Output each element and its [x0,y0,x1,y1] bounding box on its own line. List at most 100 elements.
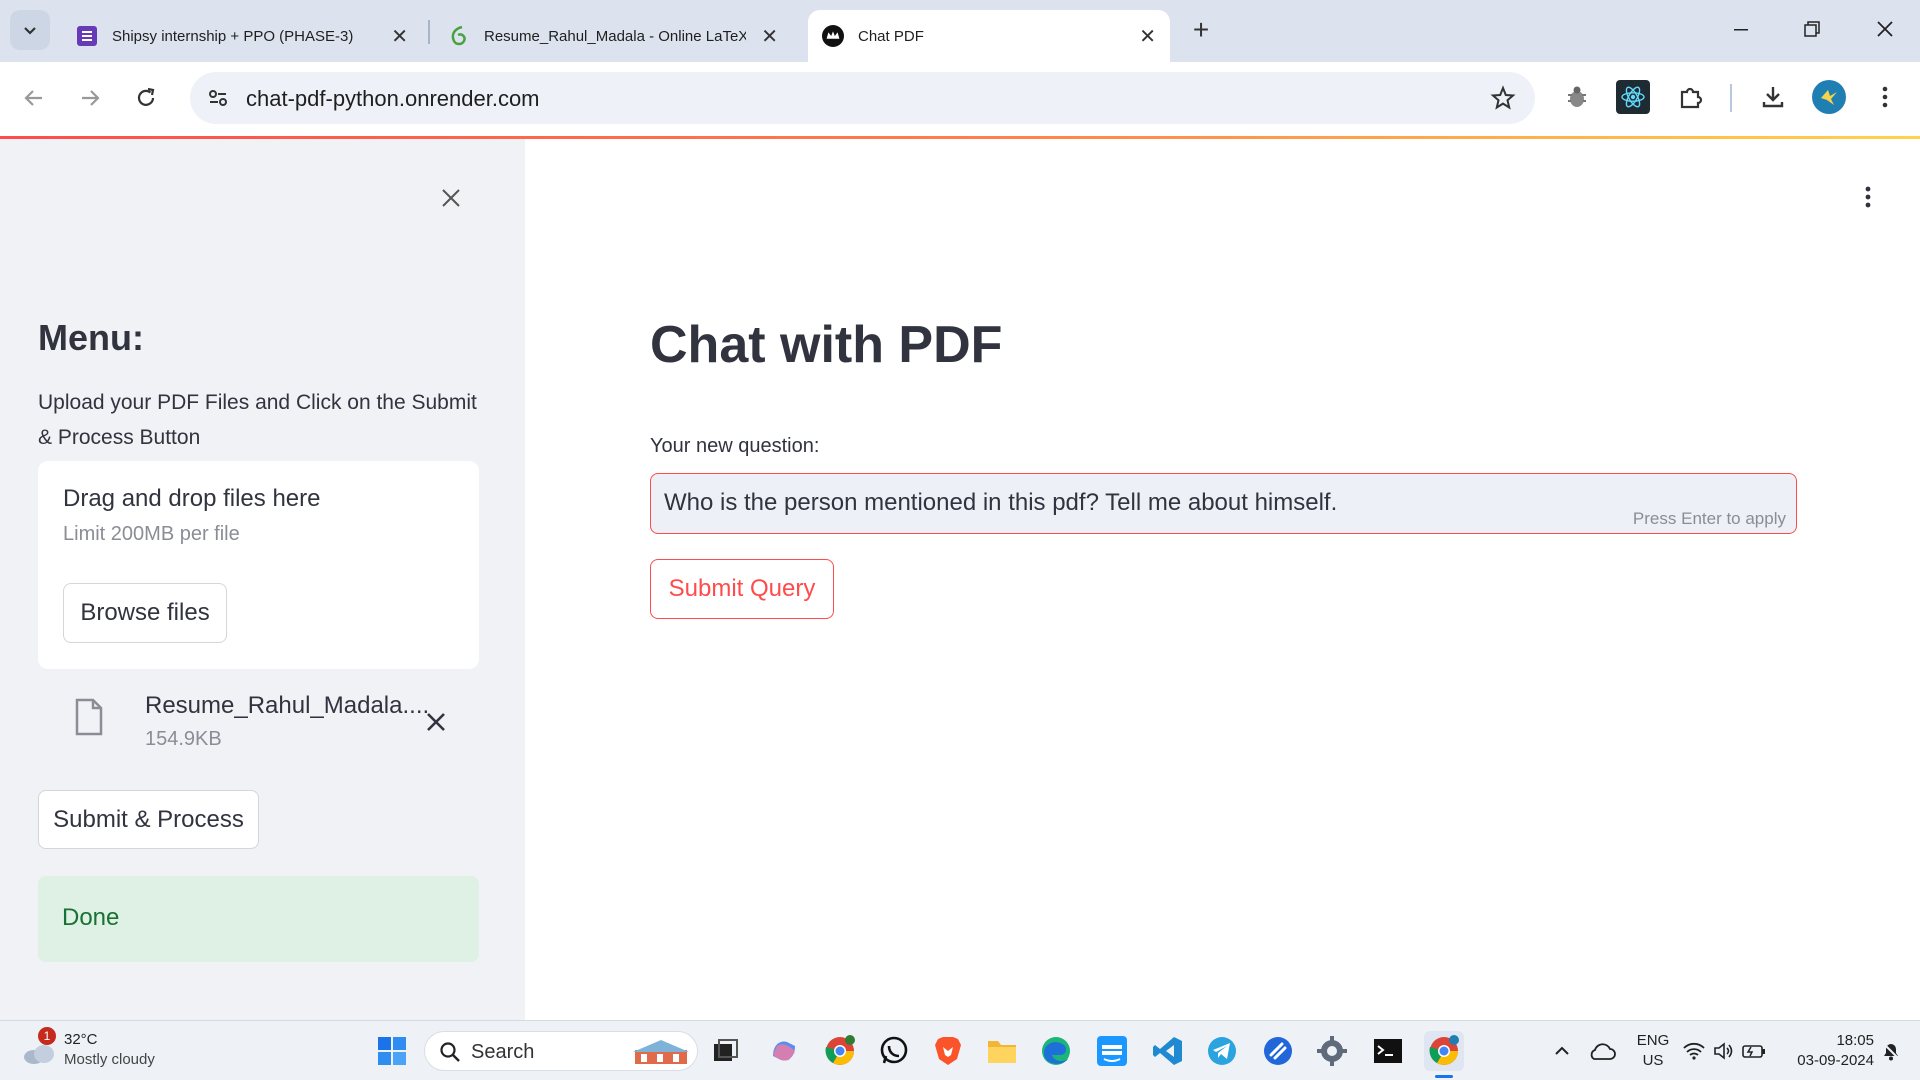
streamlit-crown-icon [822,25,844,47]
file-dropzone[interactable]: Drag and drop files here Limit 200MB per… [38,461,479,669]
chevron-down-icon [24,27,36,35]
extensions-puzzle-icon[interactable] [1674,80,1708,114]
notifications-bell-icon[interactable] [1874,1031,1908,1071]
language-line2: US [1642,1052,1664,1069]
clock[interactable]: 18:05 03-09-2024 [1780,1031,1874,1071]
restore-button[interactable] [1797,14,1827,44]
sidebar: Menu: Upload your PDF Files and Click on… [0,139,525,1020]
file-icon [74,698,104,741]
tab-title: Shipsy internship + PPO (PHASE-3) [112,27,354,45]
tab-overleaf[interactable]: Resume_Rahul_Madala - Online LaTeX ✕ [434,10,792,62]
windows-taskbar: 1 32°C Mostly cloudy Search ENG US 18:05… [0,1020,1920,1080]
close-window-button[interactable] [1870,14,1900,44]
wifi-icon[interactable] [1678,1031,1710,1071]
overleaf-icon [448,25,470,47]
weather-desc: Mostly cloudy [64,1051,155,1068]
status-text: Done [62,904,120,931]
close-icon [442,189,460,207]
toolbar-divider [1730,84,1732,112]
prime-video-icon[interactable] [1092,1031,1132,1071]
question-label: Your new question: [650,435,820,457]
weather-temp: 32°C [64,1031,98,1048]
reload-icon [137,87,155,106]
submit-query-label: Submit Query [668,575,816,602]
dropzone-limit: Limit 200MB per file [63,523,240,545]
file-size: 154.9KB [145,728,222,750]
tab-separator [428,20,430,44]
clock-date: 03-09-2024 [1797,1052,1874,1069]
bug-extension-icon[interactable] [1562,82,1592,112]
address-bar[interactable]: chat-pdf-python.onrender.com [190,72,1535,124]
minimize-button[interactable] [1726,14,1756,44]
close-icon[interactable]: ✕ [1139,24,1156,49]
windows-start-icon[interactable] [372,1031,412,1071]
vscode-icon[interactable] [1148,1031,1188,1071]
copilot-icon[interactable] [764,1031,804,1071]
bookmark-star-icon[interactable] [1490,85,1516,111]
browse-files-label: Browse files [80,599,210,626]
url-text[interactable]: chat-pdf-python.onrender.com [246,86,540,112]
profile-avatar[interactable] [1812,80,1846,114]
search-placeholder: Search [471,1041,535,1063]
whatsapp-icon[interactable] [874,1031,914,1071]
status-alert: Done [38,876,479,962]
browser-menu-icon[interactable] [1870,80,1900,114]
tab-title: Chat PDF [858,27,924,45]
telegram-icon[interactable] [1202,1031,1242,1071]
close-icon[interactable]: ✕ [391,24,408,49]
brave-icon[interactable] [928,1031,968,1071]
dropzone-title: Drag and drop files here [63,485,321,512]
chevron-up-icon[interactable] [1542,1031,1582,1071]
chrome-active-icon[interactable] [1424,1031,1464,1071]
terminal-icon[interactable] [1368,1031,1408,1071]
weather-widget[interactable]: 1 32°C Mostly cloudy [20,1027,180,1075]
language-indicator[interactable]: ENG US [1630,1031,1676,1071]
link-app-icon[interactable] [1258,1031,1298,1071]
arrow-left-icon [24,90,42,106]
main-content: Chat with PDF Your new question: Who is … [525,139,1920,1020]
tab-chat-pdf[interactable]: Chat PDF ✕ [808,10,1170,62]
sidebar-heading: Menu: [38,317,144,358]
remove-file-button[interactable] [424,710,448,734]
chrome-profile-icon[interactable] [820,1031,860,1071]
question-input[interactable]: Who is the person mentioned in this pdf?… [650,473,1797,534]
submit-query-button[interactable]: Submit Query [650,559,834,619]
react-devtools-icon[interactable] [1616,80,1650,114]
site-info-icon[interactable] [206,86,230,110]
app-menu-icon[interactable] [1853,179,1883,215]
forward-button[interactable] [72,80,108,116]
taskbar-search[interactable]: Search [424,1031,698,1071]
submit-process-button[interactable]: Submit & Process [38,790,259,849]
settings-gear-icon[interactable] [1312,1031,1352,1071]
arrow-right-icon [82,90,100,106]
new-tab-button[interactable]: + [1186,16,1216,46]
edge-icon[interactable] [1036,1031,1076,1071]
reload-button[interactable] [128,80,164,116]
close-icon [1877,21,1893,37]
tab-search-button[interactable] [10,10,50,50]
tab-shipsy[interactable]: Shipsy internship + PPO (PHASE-3) ✕ [62,10,422,62]
active-app-indicator [1435,1075,1453,1078]
task-view-icon[interactable] [706,1031,746,1071]
weather-badge: 1 [38,1027,56,1045]
onedrive-icon[interactable] [1582,1031,1622,1071]
browse-files-button[interactable]: Browse files [63,583,227,643]
tab-title: Resume_Rahul_Madala - Online LaTeX [484,27,746,45]
input-hint: Press Enter to apply [1632,509,1786,528]
sidebar-instructions: Upload your PDF Files and Click on the S… [38,391,477,449]
restore-icon [1804,21,1820,37]
close-icon [427,713,445,731]
file-explorer-icon[interactable] [982,1031,1022,1071]
download-icon[interactable] [1756,80,1790,114]
volume-icon[interactable] [1708,1031,1740,1071]
browser-tab-strip: Shipsy internship + PPO (PHASE-3) ✕ Resu… [0,0,1920,62]
forms-icon [76,25,98,47]
sidebar-close-button[interactable] [436,183,466,213]
close-icon[interactable]: ✕ [761,24,778,49]
file-name: Resume_Rahul_Madala.... [145,692,430,719]
cloud-icon [22,1041,56,1070]
browser-toolbar: chat-pdf-python.onrender.com [0,62,1920,136]
clock-time: 18:05 [1836,1032,1874,1049]
back-button[interactable] [16,80,52,116]
battery-icon[interactable] [1738,1031,1770,1071]
